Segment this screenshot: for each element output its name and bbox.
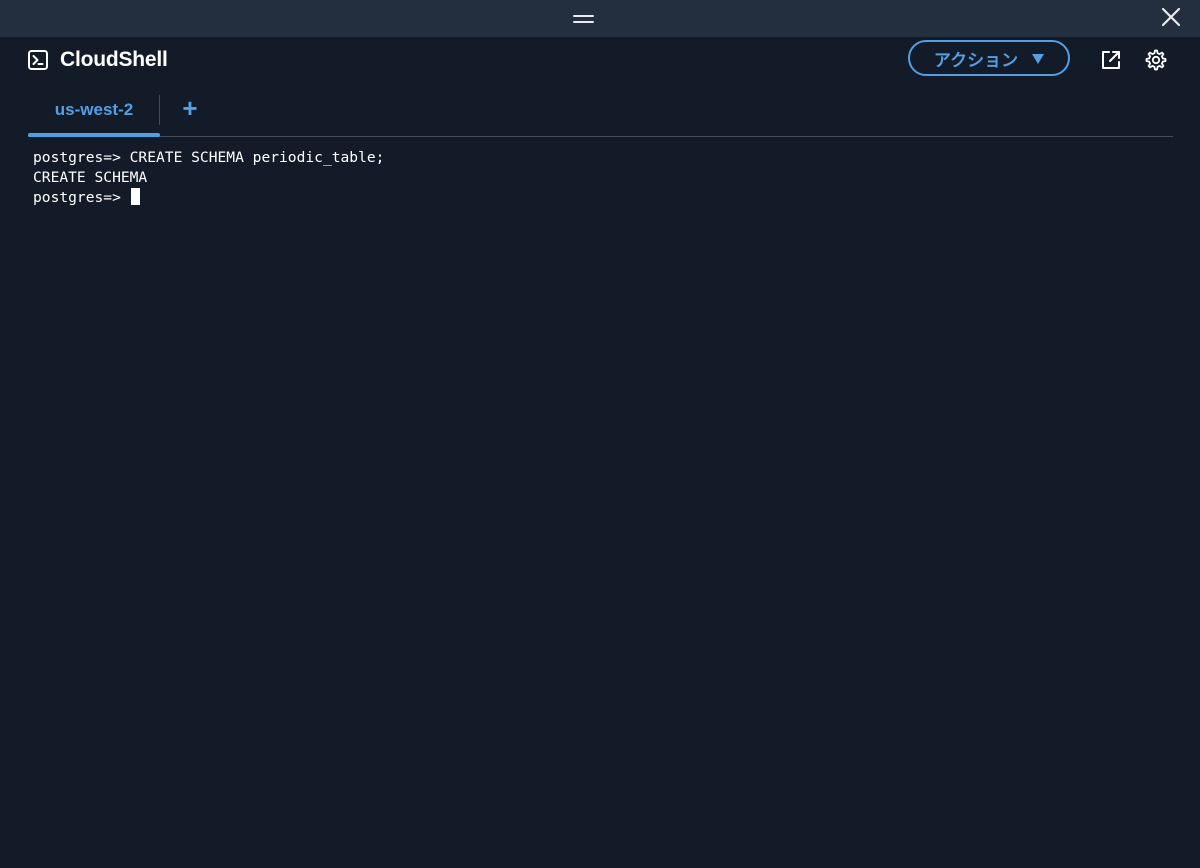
add-tab-button[interactable]: + (178, 95, 202, 121)
terminal-output[interactable]: postgres=> CREATE SCHEMA periodic_table;… (33, 148, 1173, 848)
actions-label: アクション (933, 50, 1019, 70)
page-title: CloudShell (60, 48, 168, 71)
close-icon[interactable] (1158, 6, 1184, 30)
terminal-prompt: postgres=> (33, 189, 130, 206)
actions-dropdown-button[interactable]: アクション (908, 40, 1070, 76)
header: CloudShell アクション (0, 37, 1200, 85)
external-link-icon[interactable] (1100, 49, 1122, 71)
tab-us-west-2[interactable]: us-west-2 (28, 85, 160, 137)
drag-handle-icon[interactable] (573, 14, 594, 24)
terminal-line: postgres=> CREATE SCHEMA periodic_table; (33, 149, 385, 166)
terminal-prompt-line: postgres=> (33, 188, 1173, 208)
caret-down-icon (1032, 54, 1045, 64)
tab-label: us-west-2 (54, 99, 134, 119)
gear-icon[interactable] (1144, 48, 1168, 72)
terminal-line: CREATE SCHEMA (33, 169, 148, 186)
top-bar (0, 0, 1200, 37)
active-tab-indicator (28, 133, 160, 137)
terminal-icon (28, 50, 48, 70)
cloudshell-window: CloudShell アクション us-west-2 + postgres=> … (0, 0, 1200, 868)
terminal-cursor (130, 188, 140, 205)
tab-bar: us-west-2 + (28, 85, 1173, 137)
tab-divider (159, 95, 160, 125)
